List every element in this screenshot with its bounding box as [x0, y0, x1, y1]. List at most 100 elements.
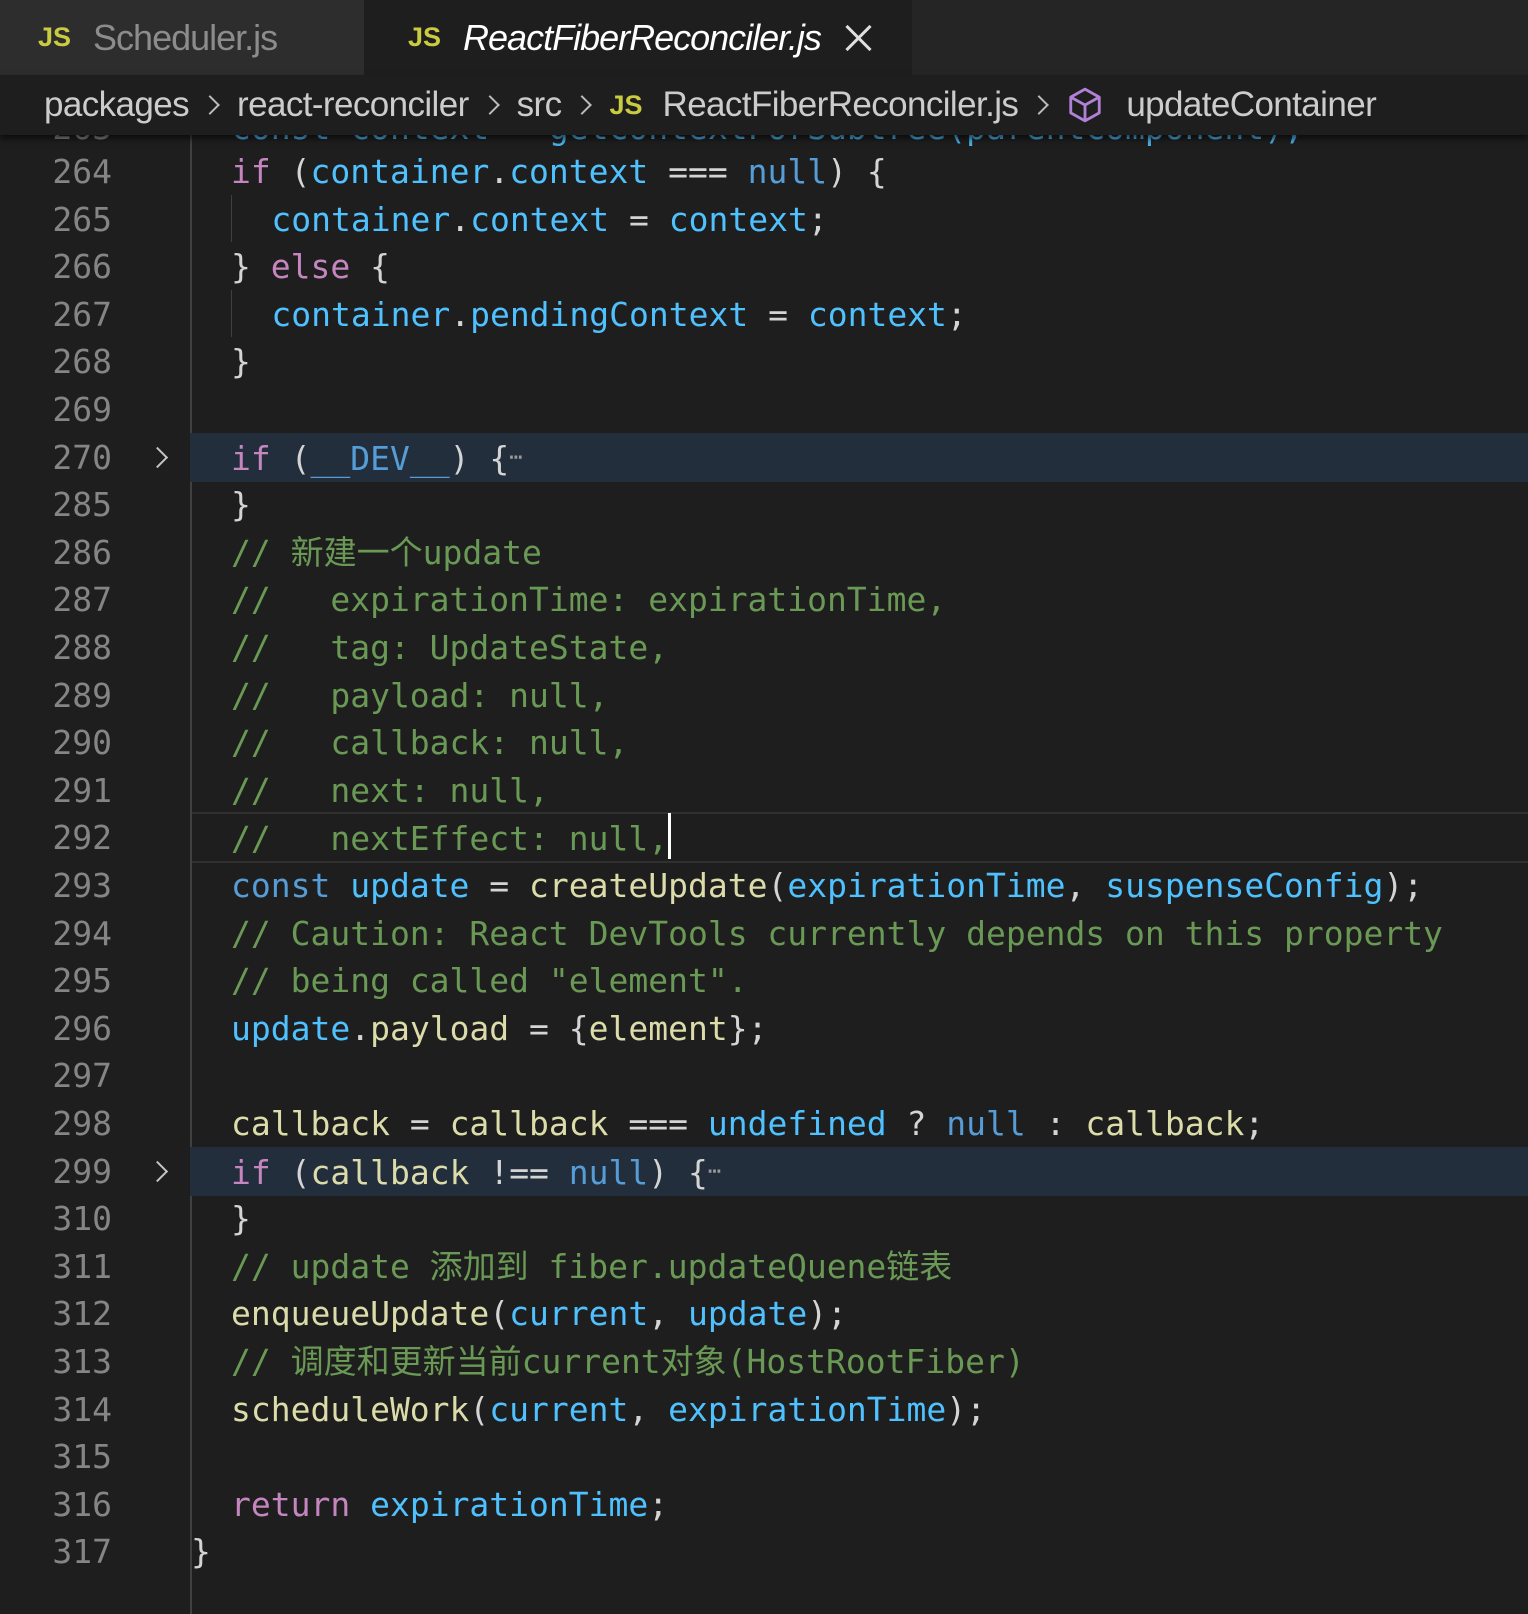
code-text: } else {: [231, 242, 390, 291]
folded-code-line[interactable]: 299 if (callback !== null) {⋯: [0, 1146, 1528, 1196]
code-line[interactable]: 313 // 调度和更新当前current对象(HostRootFiber): [0, 1337, 1528, 1386]
code-token: expirationTime: [787, 866, 1066, 905]
fold-chevron-icon[interactable]: [146, 1160, 169, 1182]
code-token: }: [231, 1199, 251, 1239]
code-token: =: [469, 866, 530, 905]
code-text: const update = createUpdate(expirationTi…: [231, 861, 1423, 910]
code-text: container.context = context;: [271, 195, 827, 244]
fold-ellipsis-icon[interactable]: ⋯: [708, 1159, 721, 1184]
code-line[interactable]: 297: [0, 1051, 1528, 1100]
code-token: .: [450, 294, 471, 334]
code-line[interactable]: 310}: [0, 1194, 1528, 1243]
comment-token: // payload: null,: [231, 675, 609, 715]
code-token: };: [727, 1008, 768, 1048]
comment-token: // next: null,: [231, 770, 549, 810]
js-file-icon: JS: [609, 89, 643, 120]
line-number: 298: [52, 1104, 112, 1143]
chevron-right-icon: [1029, 95, 1050, 115]
code-token: __DEV__: [310, 438, 450, 478]
code-token: context: [470, 199, 610, 239]
code-line[interactable]: 286 // 新建一个update: [0, 528, 1528, 577]
code-token: (: [270, 438, 311, 478]
code-token: );: [946, 1389, 987, 1429]
line-number: 310: [52, 1199, 112, 1239]
code-token: update: [350, 866, 470, 905]
code-line[interactable]: 317}: [0, 1527, 1528, 1576]
tab-scheduler[interactable]: JS Scheduler.js: [0, 0, 364, 75]
code-line[interactable]: 287 // expirationTime: expirationTime,: [0, 575, 1528, 624]
code-line[interactable]: 311 // update 添加到 fiber.updateQuene链表: [0, 1242, 1528, 1291]
code-token: if: [231, 152, 271, 191]
code-token: update: [687, 1294, 808, 1334]
code-token: null: [747, 152, 828, 191]
line-number: 290: [52, 723, 112, 763]
code-line[interactable]: 288 // tag: UpdateState,: [0, 623, 1528, 672]
code-line[interactable]: 293 const update = createUpdate(expiratio…: [0, 861, 1528, 910]
code-line[interactable]: 298 callback = callback === undefined ? n…: [0, 1099, 1528, 1148]
code-line[interactable]: 295 // being called "element".: [0, 956, 1528, 1005]
code-token: );: [1383, 866, 1424, 905]
code-editor[interactable]: 263 const context = getContextForSubtree…: [0, 135, 1528, 1614]
code-line[interactable]: 264 if (container.context === null) {: [0, 147, 1528, 196]
code-token: ;: [648, 1484, 669, 1524]
line-number: 297: [52, 1056, 112, 1096]
code-token: !==: [469, 1152, 569, 1192]
comment-token: // expirationTime: expirationTime,: [231, 580, 947, 620]
code-line[interactable]: 285}: [0, 480, 1528, 529]
indent-guide: [231, 194, 232, 243]
code-token: callback: [231, 1104, 390, 1143]
fold-chevron-icon[interactable]: [146, 446, 169, 468]
code-line[interactable]: 296 update.payload = {element};: [0, 1004, 1528, 1053]
breadcrumb-file[interactable]: ReactFiberReconciler.js: [663, 85, 1019, 125]
code-text: if (__DEV__) {⋯: [231, 433, 522, 483]
code-token: (: [270, 1152, 311, 1192]
close-icon[interactable]: [843, 23, 873, 53]
code-text: // expirationTime: expirationTime,: [231, 575, 946, 624]
fold-ellipsis-icon[interactable]: ⋯: [509, 445, 522, 470]
code-token: (: [469, 1389, 490, 1429]
code-token: createUpdate: [529, 866, 768, 905]
breadcrumb-packages[interactable]: packages: [44, 85, 190, 125]
code-token: enqueueUpdate: [231, 1294, 490, 1334]
code-line[interactable]: 291 // next: null,: [0, 766, 1528, 815]
code-line[interactable]: 290 // callback: null,: [0, 718, 1528, 767]
code-token: {: [350, 247, 390, 287]
code-token: pendingContext: [470, 294, 749, 334]
code-line[interactable]: 292 // nextEffect: null,: [0, 812, 1528, 864]
code-text: // 新建一个update: [231, 528, 542, 577]
code-line[interactable]: 268}: [0, 337, 1528, 386]
tab-react-fiber-reconciler[interactable]: JS ReactFiberReconciler.js: [364, 0, 912, 75]
code-token: ;: [946, 294, 967, 334]
code-token: context: [668, 199, 808, 239]
code-line[interactable]: 312 enqueueUpdate(current, update);: [0, 1289, 1528, 1338]
code-line[interactable]: 267 container.pendingContext = context;: [0, 290, 1528, 339]
chevron-right-icon: [479, 95, 500, 115]
code-line[interactable]: 316 return expirationTime;: [0, 1480, 1528, 1529]
line-number: 293: [52, 866, 112, 905]
code-line[interactable]: 265 container.context = context;: [0, 195, 1528, 244]
code-line[interactable]: 266} else {: [0, 242, 1528, 291]
code-line[interactable]: 315: [0, 1432, 1528, 1481]
code-token: =: [389, 1104, 450, 1143]
code-line[interactable]: 314 scheduleWork(current, expirationTime)…: [0, 1385, 1528, 1434]
line-number: 286: [52, 532, 112, 572]
code-text: if (container.context === null) {: [231, 147, 887, 196]
line-number: 268: [52, 342, 112, 382]
breadcrumb-react-reconciler[interactable]: react-reconciler: [237, 85, 469, 125]
code-token: ;: [1244, 1104, 1265, 1143]
code-token: =: [609, 199, 669, 239]
js-file-icon: JS: [38, 22, 72, 52]
code-line[interactable]: 269: [0, 385, 1528, 434]
code-token: (: [270, 152, 311, 191]
folded-code-line[interactable]: 270 if (__DEV__) {⋯: [0, 432, 1528, 483]
line-number: 288: [52, 628, 112, 667]
code-line[interactable]: 289 // payload: null,: [0, 671, 1528, 720]
breadcrumb-src[interactable]: src: [517, 85, 562, 125]
code-text: // payload: null,: [231, 671, 609, 720]
code-line[interactable]: 294 // Caution: React DevTools currently …: [0, 909, 1528, 958]
comment-token: // tag: UpdateState,: [231, 628, 669, 667]
breadcrumb-symbol[interactable]: updateContainer: [1126, 85, 1376, 125]
code-text: return expirationTime;: [231, 1480, 668, 1529]
